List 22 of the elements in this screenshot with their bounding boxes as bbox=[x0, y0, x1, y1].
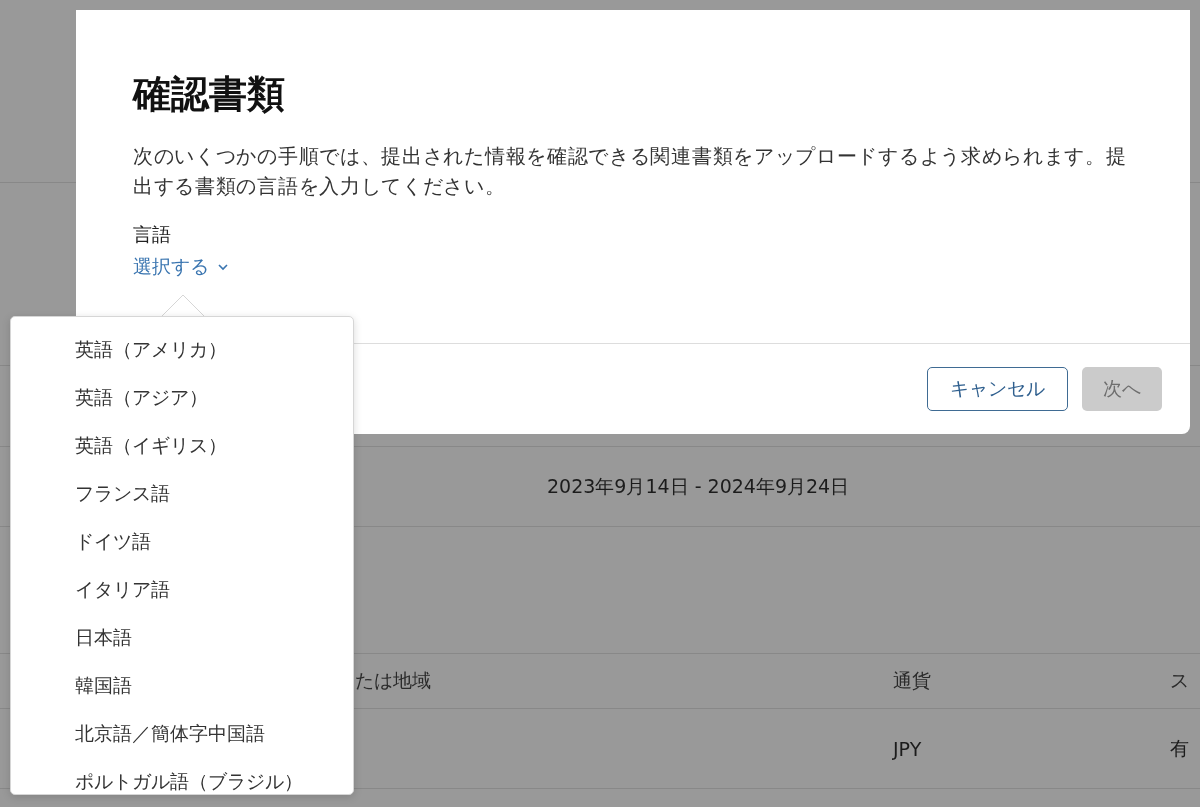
language-option[interactable]: フランス語 bbox=[11, 469, 353, 517]
language-option[interactable]: 日本語 bbox=[11, 613, 353, 661]
language-option[interactable]: 英語（イギリス） bbox=[11, 421, 353, 469]
column-header: ス bbox=[1170, 668, 1189, 693]
language-dropdown[interactable]: 選択する bbox=[133, 253, 229, 280]
language-option[interactable]: ドイツ語 bbox=[11, 517, 353, 565]
language-option[interactable]: 北京語／簡体字中国語 bbox=[11, 709, 353, 757]
chevron-down-icon bbox=[217, 262, 229, 271]
language-option[interactable]: イタリア語 bbox=[11, 565, 353, 613]
table-cell-text: JPY bbox=[893, 737, 923, 760]
dialog-description: 次のいくつかの手順では、提出された情報を確認できる関連書類をアップロードするよう求められます。提出する書類の言語を入力してください。 bbox=[133, 143, 1128, 200]
language-option[interactable]: 英語（アジア） bbox=[11, 373, 353, 421]
dialog-title: 確認書類 bbox=[133, 72, 286, 118]
table-cell-text: 有 bbox=[1170, 735, 1189, 761]
column-header: たは地域 bbox=[355, 668, 432, 693]
language-option[interactable]: 韓国語 bbox=[11, 661, 353, 709]
date-range: 2023年9月14日 - 2024年9月24日 bbox=[547, 473, 850, 499]
field-label: 言語 bbox=[133, 221, 172, 247]
column-header: 通貨 bbox=[893, 668, 932, 693]
cancel-button[interactable]: キャンセル bbox=[927, 367, 1068, 411]
language-option[interactable]: 英語（アメリカ） bbox=[11, 325, 353, 373]
language-option[interactable]: ポルトガル語（ブラジル） bbox=[11, 757, 353, 794]
